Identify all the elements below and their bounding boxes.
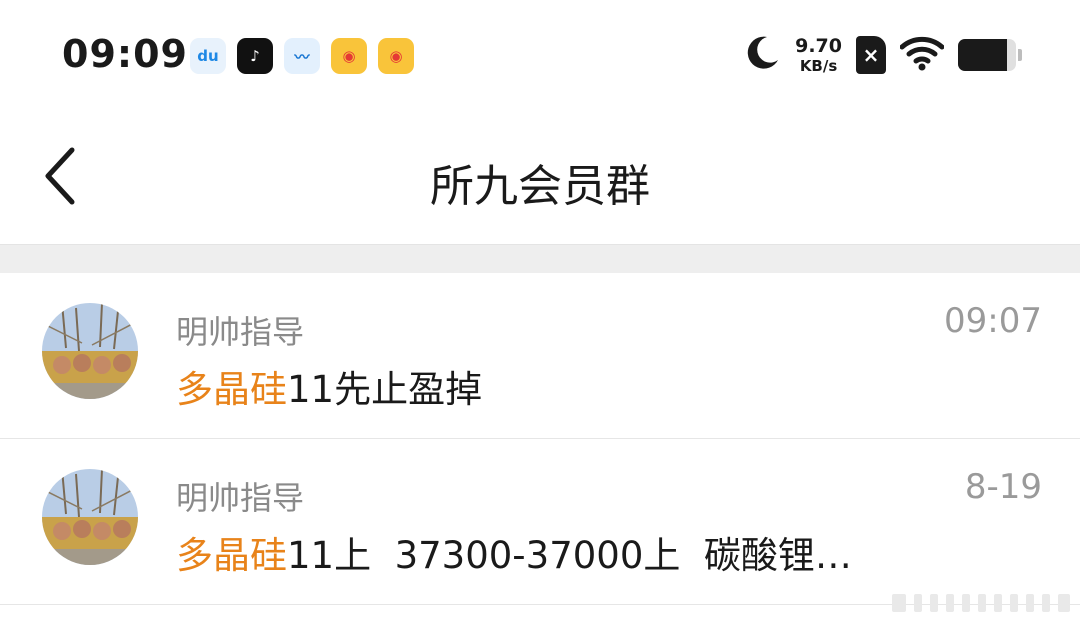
sim-card-icon: ×	[856, 36, 886, 74]
network-speed-unit: KB/s	[799, 56, 838, 75]
message-list: 明帅指导 09:07 多晶硅11先止盈掉 明帅指导 8-19 多晶硅11上 37…	[0, 273, 1080, 605]
section-divider	[0, 244, 1080, 274]
status-bar: 09:09 du ♪ 〰 ◉ ◉ 9.70 KB/s ×	[0, 0, 1080, 110]
message-preview: 多晶硅11先止盈掉	[176, 359, 482, 413]
network-speed: 9.70 KB/s	[795, 34, 842, 75]
list-item[interactable]: 明帅指导 8-19 多晶硅11上 37300-37000上 碳酸锂…	[0, 439, 1080, 605]
nav-bar: 所九会员群	[0, 110, 1080, 244]
battery-fill	[958, 39, 1008, 71]
status-indicators: 9.70 KB/s ×	[743, 34, 1022, 76]
watermark-stripes	[892, 592, 1072, 614]
network-speed-value: 9.70	[795, 34, 842, 57]
message-time: 8-19	[964, 467, 1042, 507]
message-text: 11先止盈掉	[287, 368, 483, 411]
weibo-icon: ◉	[331, 38, 367, 74]
status-clock: 09:09	[62, 32, 188, 76]
battery-tip	[1018, 49, 1022, 61]
avatar	[42, 303, 138, 399]
battery-level	[958, 39, 1016, 71]
weibo-icon: ◉	[378, 38, 414, 74]
stock-chart-icon: 〰	[284, 38, 320, 74]
message-highlight: 多晶硅	[176, 534, 287, 577]
message-preview: 多晶硅11上 37300-37000上 碳酸锂…	[176, 525, 852, 579]
tiktok-icon: ♪	[237, 38, 273, 74]
notification-app-icons: du ♪ 〰 ◉ ◉	[190, 38, 414, 74]
moon-icon	[743, 34, 781, 76]
page-title: 所九会员群	[430, 161, 650, 212]
sender-name: 明帅指导	[176, 313, 305, 351]
message-highlight: 多晶硅	[176, 368, 287, 411]
battery-icon	[958, 39, 1022, 71]
avatar	[42, 469, 138, 565]
sender-name: 明帅指导	[176, 479, 305, 517]
message-text: 11上 37300-37000上 碳酸锂…	[287, 534, 852, 577]
list-item[interactable]: 明帅指导 09:07 多晶硅11先止盈掉	[0, 273, 1080, 439]
wifi-icon	[899, 35, 945, 75]
message-time: 09:07	[944, 301, 1042, 341]
du-icon: du	[190, 38, 226, 74]
